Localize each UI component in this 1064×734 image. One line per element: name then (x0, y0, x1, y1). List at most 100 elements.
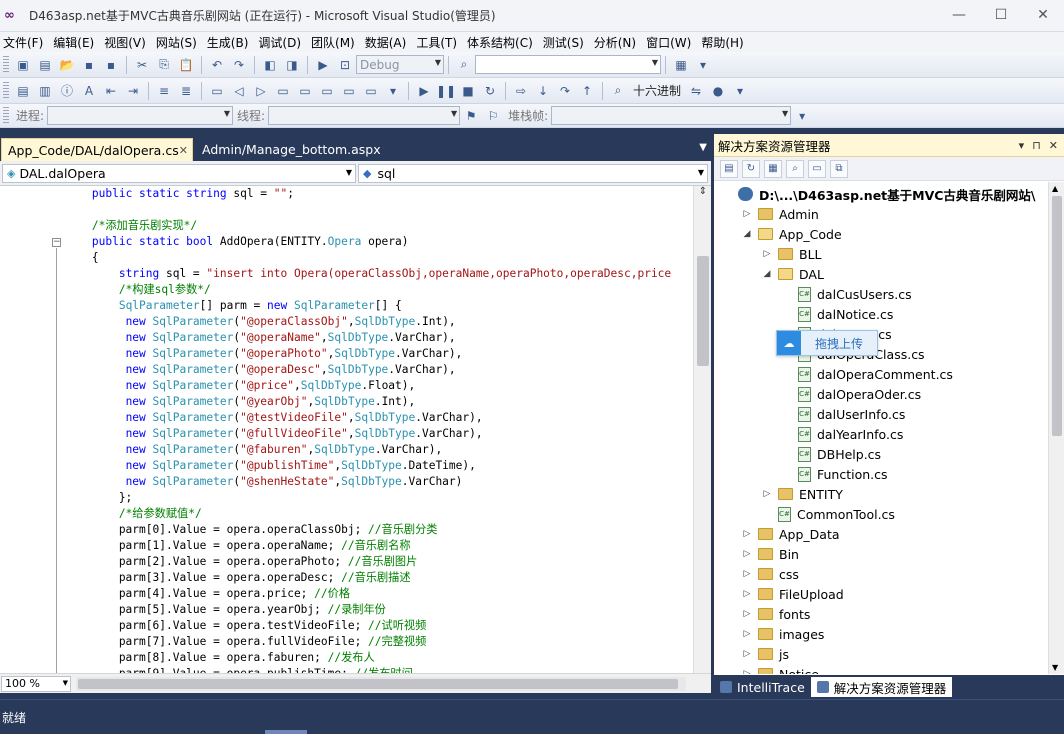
chevron-down-icon[interactable]: ▼ (699, 142, 707, 153)
close-icon[interactable]: ✕ (179, 144, 188, 157)
tree-item-folder[interactable]: ▷ images (742, 624, 825, 644)
collapsed-arrow-icon[interactable]: ▷ (742, 529, 752, 539)
menu-item[interactable]: 编辑(E) (50, 34, 101, 51)
tree-item-file[interactable]: C# dalNotice.cs (782, 304, 893, 324)
menu-item[interactable]: 视图(V) (101, 34, 153, 51)
tab-solution-explorer[interactable]: 解决方案资源管理器 (810, 677, 953, 697)
code-line[interactable]: }; (38, 490, 693, 506)
tree-item-folder[interactable]: ▷ FileUpload (742, 584, 844, 604)
uncomment-icon[interactable]: ≣ (177, 82, 195, 100)
increase-indent-icon[interactable]: ⇥ (124, 82, 142, 100)
flag-all-icon[interactable]: ⚐ (484, 107, 502, 125)
code-line[interactable]: parm[2].Value = opera.operaPhoto; //音乐剧图… (38, 554, 693, 570)
menu-item[interactable]: 文件(F) (0, 34, 50, 51)
find-in-files-icon[interactable]: ⌕ (455, 56, 473, 74)
complete-word-icon[interactable]: A (80, 82, 98, 100)
view-code-icon[interactable]: ▭ (808, 159, 826, 178)
minimize-button[interactable]: — (938, 0, 980, 30)
menu-item[interactable]: 工具(T) (413, 34, 464, 51)
member-dropdown[interactable]: ◆ sql ▼ (358, 164, 708, 183)
tree-item-folder[interactable]: ▷ Bin (742, 544, 799, 564)
code-line[interactable]: /*添加音乐剧实现*/ (38, 218, 693, 234)
code-line[interactable]: parm[5].Value = opera.yearObj; //录制年份 (38, 602, 693, 618)
save-all-icon[interactable]: ▪ (102, 56, 120, 74)
undo-icon[interactable]: ↶ (208, 56, 226, 74)
refresh-icon[interactable]: ↻ (742, 159, 760, 178)
collapsed-arrow-icon[interactable]: ▷ (742, 609, 752, 619)
view-class-diagram-icon[interactable]: ⧉ (830, 159, 848, 178)
tree-item-file[interactable]: C# DBHelp.cs (782, 444, 881, 464)
comment-out-icon[interactable]: ≡ (155, 82, 173, 100)
menu-item[interactable]: 调试(D) (255, 34, 308, 51)
menu-item[interactable]: 测试(S) (540, 34, 591, 51)
code-line[interactable]: new SqlParameter("@price",SqlDbType.Floa… (38, 378, 693, 394)
step-into-icon[interactable]: ↓ (534, 82, 552, 100)
tree-item-project[interactable]: D:\...\D463asp.net基于MVC古典音乐剧网站\ (722, 184, 1036, 204)
tree-item-folder[interactable]: ▷ js (742, 644, 789, 664)
collapsed-arrow-icon[interactable]: ▷ (742, 569, 752, 579)
menu-item[interactable]: 生成(B) (204, 34, 256, 51)
next-bookmark-icon[interactable]: ▷ (252, 82, 270, 100)
code-line[interactable]: public static string sql = ""; (38, 186, 693, 202)
scroll-thumb[interactable] (697, 256, 709, 366)
menu-item[interactable]: 体系结构(C) (464, 34, 540, 51)
parameter-info-icon[interactable]: ▥ (36, 82, 54, 100)
bookmark-folder-icon[interactable]: ▭ (296, 82, 314, 100)
code-editor[interactable]: − public static string sql = ""; /*添加音乐剧… (0, 186, 711, 673)
collapsed-arrow-icon[interactable]: ▷ (742, 209, 752, 219)
collapsed-arrow-icon[interactable]: ▷ (742, 669, 752, 674)
stackframe-dropdown[interactable]: ▼ (551, 106, 792, 125)
tree-item-file[interactable]: C# dalUserInfo.cs (782, 404, 905, 424)
menu-item[interactable]: 分析(N) (591, 34, 643, 51)
code-line[interactable]: /*给参数赋值*/ (38, 506, 693, 522)
toolbar-options-icon[interactable]: ▾ (731, 82, 749, 100)
process-dropdown[interactable]: ▼ (47, 106, 234, 125)
code-line[interactable]: parm[1].Value = opera.operaName; //音乐剧名称 (38, 538, 693, 554)
menu-item[interactable]: 帮助(H) (698, 34, 750, 51)
zoom-dropdown[interactable]: 100 % ▼ (1, 675, 71, 692)
collapsed-arrow-icon[interactable]: ▷ (762, 249, 772, 259)
open-file-icon[interactable]: 📂 (58, 56, 76, 74)
collapsed-arrow-icon[interactable]: ▷ (742, 649, 752, 659)
code-line[interactable]: { (38, 250, 693, 266)
collapsed-arrow-icon[interactable]: ▷ (742, 589, 752, 599)
object-member-list-icon[interactable]: ▤ (14, 82, 32, 100)
code-line[interactable]: parm[0].Value = opera.operaClassObj; //音… (38, 522, 693, 538)
step-out-icon[interactable]: ↑ (578, 82, 596, 100)
code-line[interactable]: new SqlParameter("@operaPhoto",SqlDbType… (38, 346, 693, 362)
navigate-back-icon[interactable]: ◧ (261, 56, 279, 74)
code-line[interactable]: new SqlParameter("@operaClassObj",SqlDbT… (38, 314, 693, 330)
toolbar-options-icon[interactable]: ▾ (793, 107, 811, 125)
continue-icon[interactable]: ▶ (415, 82, 433, 100)
stop-debug-icon[interactable]: ■ (459, 82, 477, 100)
code-line[interactable]: parm[4].Value = opera.price; //价格 (38, 586, 693, 602)
expanded-arrow-icon[interactable]: ◢ (742, 229, 752, 239)
solution-explorer-icon[interactable]: ▦ (672, 56, 690, 74)
tree-item-folder[interactable]: ◢ App_Code (742, 224, 842, 244)
find-combo[interactable]: ▼ (475, 55, 661, 74)
toolbar-grip[interactable] (3, 55, 9, 74)
code-line[interactable]: new SqlParameter("@operaDesc",SqlDbType.… (38, 362, 693, 378)
code-line[interactable]: parm[3].Value = opera.operaDesc; //音乐剧描述 (38, 570, 693, 586)
copy-icon[interactable]: ⎘ (155, 56, 173, 74)
code-line[interactable]: new SqlParameter("@operaName",SqlDbType.… (38, 330, 693, 346)
code-line[interactable]: public static bool AddOpera(ENTITY.Opera… (38, 234, 693, 250)
code-line[interactable]: SqlParameter[] parm = new SqlParameter[]… (38, 298, 693, 314)
tab-intellitrace[interactable]: IntelliTrace (714, 677, 811, 697)
code-line[interactable]: new SqlParameter("@testVideoFile",SqlDbT… (38, 410, 693, 426)
decrease-indent-icon[interactable]: ⇤ (102, 82, 120, 100)
tree-item-file[interactable]: C# dalOperaOder.cs (782, 384, 921, 404)
toolbar-options-icon[interactable]: ▾ (694, 56, 712, 74)
code-line[interactable]: parm[9].Value = opera.publishTime; //发布时… (38, 666, 693, 673)
tree-vertical-scrollbar[interactable]: ▲ ▼ (1048, 182, 1064, 674)
code-line[interactable]: string sql = "insert into Opera(operaCla… (38, 266, 693, 282)
start-debug-icon[interactable]: ▶ (314, 56, 332, 74)
tree-item-folder[interactable]: ▷ Notice (742, 664, 819, 674)
breakpoints-icon[interactable]: ● (709, 82, 727, 100)
bookmark-prev-doc-icon[interactable]: ▭ (340, 82, 358, 100)
scroll-thumb[interactable] (1052, 196, 1062, 436)
properties-icon[interactable]: ▤ (720, 159, 738, 178)
code-line[interactable]: new SqlParameter("@publishTime",SqlDbTyp… (38, 458, 693, 474)
quick-info-icon[interactable]: ⓘ (58, 82, 76, 100)
tree-item-file[interactable]: C# dalOperaComment.cs (782, 364, 953, 384)
